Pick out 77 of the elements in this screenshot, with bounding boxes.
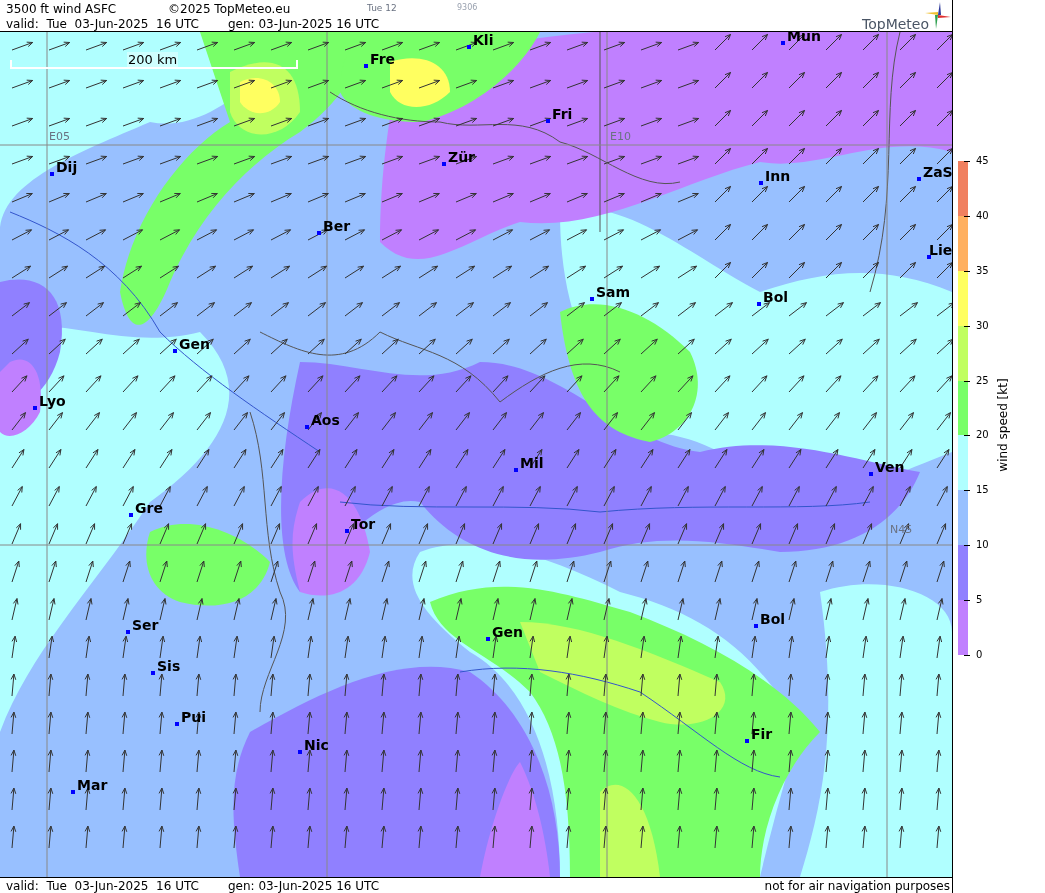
city-label: Ber [323,218,351,234]
city-marker [173,349,177,353]
city-marker [927,255,931,259]
city-marker [364,64,368,68]
city-marker [298,750,302,754]
city-marker [757,302,761,306]
city-marker [151,671,155,675]
city-label: Gen [179,336,210,352]
city-marker [590,297,594,301]
legend-tick-label: 0 [976,649,983,661]
disclaimer-text: not for air navigation purposes [764,878,950,893]
city-label: Mil [520,455,544,471]
scale-label: 200 km [127,52,179,67]
city-marker [71,790,75,794]
city-marker [754,624,758,628]
legend-tick-label: 5 [976,594,983,607]
city-label: Ser [132,617,159,633]
generated-time: gen: 03-Jun-2025 16 UTC [228,878,380,893]
city-marker [781,41,785,45]
city-label: Mar [77,777,108,793]
city-label: Lyo [39,393,66,409]
generated-time: gen: 03-Jun-2025 16 UTC [228,16,380,33]
city-marker [442,162,446,166]
city-label: Dij [56,159,78,175]
city-marker [514,468,518,472]
legend-tick-label: 30 [976,319,989,332]
city-marker [305,425,309,429]
city-label: Fri [552,106,573,122]
city-label: Kli [473,32,494,48]
legend-tick-label: 45 [976,155,989,167]
city-label: ZaS [923,164,952,180]
city-marker [486,637,490,641]
city-marker [33,406,37,410]
map-title: 3500 ft wind ASFC [6,1,117,18]
city-label: Ven [875,459,905,475]
city-marker [917,177,921,181]
legend-tick-label: 40 [976,209,989,222]
run-label: Tue 12 [367,2,397,15]
legend-title: wind speed [kt] [995,377,1011,474]
city-label: Sis [157,658,181,674]
valid-time: valid: Tue 03-Jun-2025 16 UTC [6,878,199,893]
city-label: Sam [596,284,631,300]
legend-tick-label: 25 [976,374,989,387]
city-marker [759,181,763,185]
valid-time: valid: Tue 03-Jun-2025 16 UTC [6,16,199,33]
logo-text: TopMeteo [862,15,929,34]
city-label: Pui [181,709,207,725]
city-marker [745,739,749,743]
city-marker [317,231,321,235]
city-label: Gen [492,624,523,640]
city-label: Inn [765,168,791,184]
city-label: Bol [763,289,789,305]
city-marker [869,472,873,476]
city-marker [126,630,130,634]
city-label: Nic [304,737,329,753]
city-marker [467,45,471,49]
city-label: Bol [760,611,786,627]
city-marker [129,513,133,517]
city-label: Tor [351,516,376,532]
city-marker [546,119,550,123]
city-marker [345,529,349,533]
city-label: Aos [311,412,340,428]
legend-tick-label: 20 [976,429,989,442]
city-marker [175,722,179,726]
code-label: 9306 [457,2,478,14]
legend-tick-label: 35 [976,264,989,277]
copyright-text: ©2025 TopMeteo.eu [168,1,291,18]
legend-tick-label: 15 [976,484,989,497]
city-marker [50,172,54,176]
city-label: Zür [448,149,476,165]
city-label: Lie [929,242,952,258]
city-label: Gre [135,500,163,516]
grid-label: E10 [610,131,631,143]
city-label: Fre [370,51,396,67]
grid-label: E05 [49,131,70,143]
city-label: Fir [751,726,773,742]
legend-tick-label: 10 [976,539,989,552]
